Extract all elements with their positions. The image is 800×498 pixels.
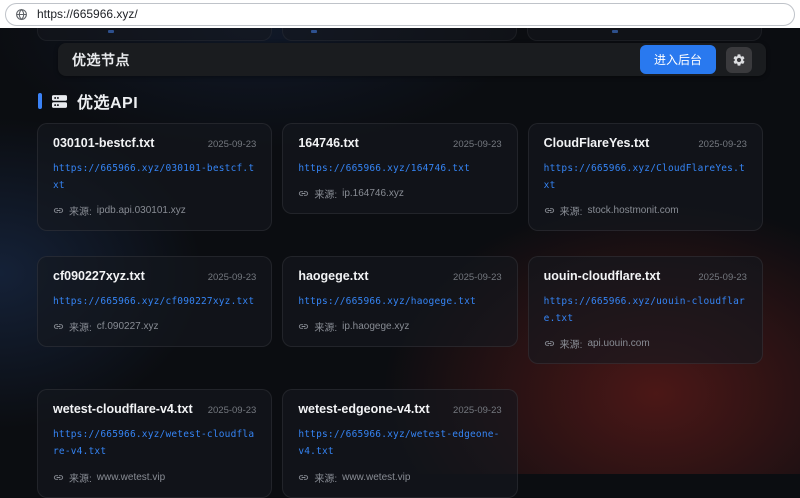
source-label: 来源: [560, 336, 583, 351]
page-title: 优选节点 [72, 50, 130, 70]
server-icon [50, 92, 69, 111]
api-card: 030101-bestcf.txt 2025-09-23 https://665… [37, 123, 272, 231]
source-value: api.uouin.com [587, 338, 649, 349]
link-icon [298, 472, 309, 483]
card-title: cf090227xyz.txt [53, 269, 145, 283]
source-label: 来源: [69, 319, 92, 334]
address-url[interactable]: https://665966.xyz/ [37, 7, 138, 21]
settings-button[interactable] [726, 47, 752, 73]
link-icon [53, 205, 64, 216]
cutoff-link-speck [311, 30, 317, 33]
page-background: 优选节点 进入后台 优选API 030101-bestcf.txt [0, 28, 800, 474]
card-date: 2025-09-23 [208, 139, 257, 150]
source-value: cf.090227.xyz [97, 321, 159, 332]
api-card: CloudFlareYes.txt 2025-09-23 https://665… [528, 123, 763, 231]
source-value: www.wetest.vip [97, 472, 165, 483]
card-url-link[interactable]: https://665966.xyz/cf090227xyz.txt [53, 293, 256, 310]
source-label: 来源: [314, 319, 337, 334]
source-value: www.wetest.vip [342, 472, 410, 483]
card-date: 2025-09-23 [208, 405, 257, 416]
source-value: ipdb.api.030101.xyz [97, 205, 186, 216]
card-title: CloudFlareYes.txt [544, 136, 650, 150]
api-card-grid: 030101-bestcf.txt 2025-09-23 https://665… [37, 123, 763, 498]
card-source: 来源: ip.haogege.xyz [298, 319, 501, 334]
link-icon [544, 205, 555, 216]
card-url-link[interactable]: https://665966.xyz/wetest-cloudflare-v4.… [53, 426, 256, 460]
browser-address-bar[interactable]: https://665966.xyz/ [5, 3, 795, 26]
card-source: 来源: cf.090227.xyz [53, 319, 256, 334]
api-card: haogege.txt 2025-09-23 https://665966.xy… [282, 256, 517, 347]
card-date: 2025-09-23 [453, 405, 502, 416]
section-title: 优选API [77, 89, 138, 113]
card-title: 030101-bestcf.txt [53, 136, 154, 150]
cutoff-link-speck [612, 30, 618, 33]
cutoff-card-fragment [37, 28, 272, 41]
card-date: 2025-09-23 [208, 272, 257, 283]
api-card: wetest-edgeone-v4.txt 2025-09-23 https:/… [282, 389, 517, 497]
gear-icon [732, 53, 746, 67]
card-source: 来源: www.wetest.vip [298, 470, 501, 485]
cutoff-card-fragment [282, 28, 517, 41]
card-title: uouin-cloudflare.txt [544, 269, 661, 283]
source-value: ip.haogege.xyz [342, 321, 409, 332]
site-info-globe-icon[interactable] [15, 8, 28, 21]
card-title: haogege.txt [298, 269, 368, 283]
card-source: 来源: ipdb.api.030101.xyz [53, 203, 256, 218]
link-icon [53, 472, 64, 483]
card-date: 2025-09-23 [698, 272, 747, 283]
card-source: 来源: ip.164746.xyz [298, 186, 501, 201]
card-title: wetest-edgeone-v4.txt [298, 402, 429, 416]
card-url-link[interactable]: https://665966.xyz/164746.txt [298, 160, 501, 177]
card-title: wetest-cloudflare-v4.txt [53, 402, 193, 416]
card-url-link[interactable]: https://665966.xyz/haogege.txt [298, 293, 501, 310]
card-date: 2025-09-23 [453, 272, 502, 283]
toolbar-actions: 进入后台 [640, 45, 752, 74]
card-date: 2025-09-23 [453, 139, 502, 150]
card-source: 来源: www.wetest.vip [53, 470, 256, 485]
card-source: 来源: stock.hostmonit.com [544, 203, 747, 218]
page-toolbar: 优选节点 进入后台 [58, 43, 766, 76]
card-url-link[interactable]: https://665966.xyz/wetest-edgeone-v4.txt [298, 426, 501, 460]
cutoff-link-speck [108, 30, 114, 33]
link-icon [544, 338, 555, 349]
source-value: ip.164746.xyz [342, 188, 404, 199]
link-icon [298, 321, 309, 332]
source-value: stock.hostmonit.com [587, 205, 678, 216]
browser-chrome: https://665966.xyz/ [0, 0, 800, 28]
section-header: 优选API [38, 89, 138, 113]
card-date: 2025-09-23 [698, 139, 747, 150]
source-label: 来源: [314, 186, 337, 201]
cutoff-card-fragment [527, 28, 762, 41]
api-card: uouin-cloudflare.txt 2025-09-23 https://… [528, 256, 763, 364]
link-icon [53, 321, 64, 332]
card-url-link[interactable]: https://665966.xyz/030101-bestcf.txt [53, 160, 256, 194]
source-label: 来源: [314, 470, 337, 485]
admin-button[interactable]: 进入后台 [640, 45, 716, 74]
card-url-link[interactable]: https://665966.xyz/uouin-cloudflare.txt [544, 293, 747, 327]
link-icon [298, 188, 309, 199]
card-title: 164746.txt [298, 136, 358, 150]
source-label: 来源: [69, 203, 92, 218]
api-card: wetest-cloudflare-v4.txt 2025-09-23 http… [37, 389, 272, 497]
source-label: 来源: [560, 203, 583, 218]
api-card: cf090227xyz.txt 2025-09-23 https://66596… [37, 256, 272, 347]
accent-bar [38, 93, 42, 109]
card-source: 来源: api.uouin.com [544, 336, 747, 351]
api-card: 164746.txt 2025-09-23 https://665966.xyz… [282, 123, 517, 214]
card-url-link[interactable]: https://665966.xyz/CloudFlareYes.txt [544, 160, 747, 194]
source-label: 来源: [69, 470, 92, 485]
